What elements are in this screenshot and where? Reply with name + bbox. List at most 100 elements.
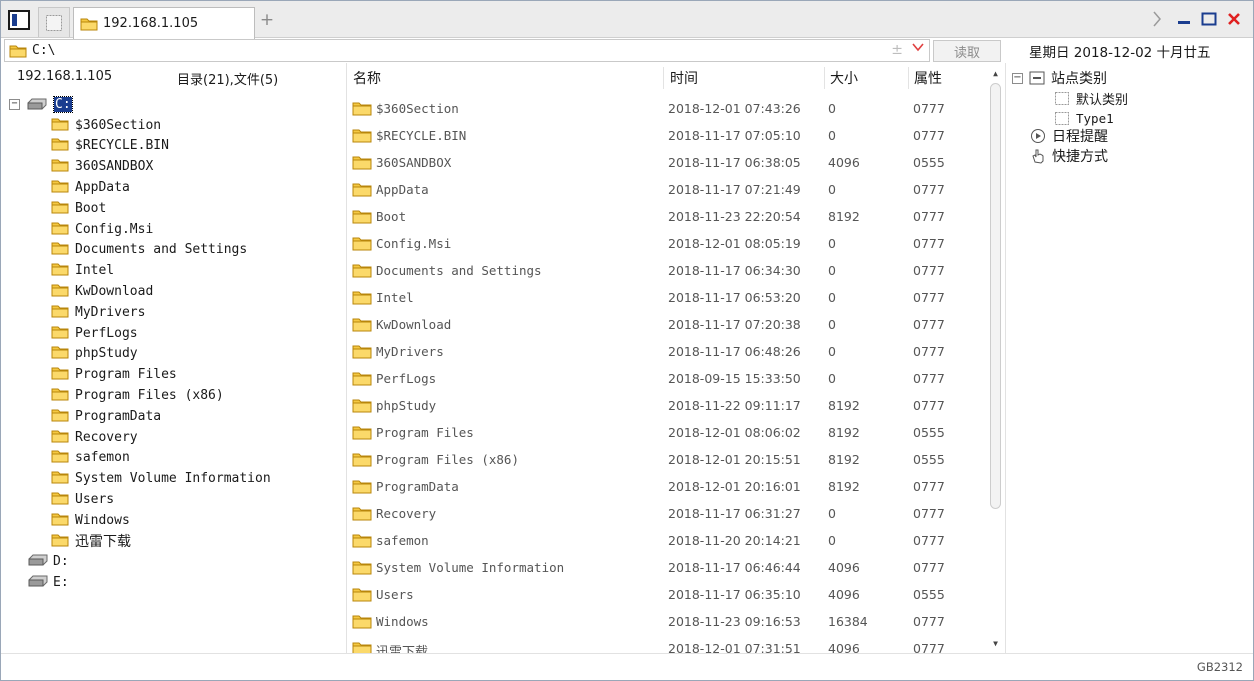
tree-folder-item[interactable]: Program Files [51,365,177,385]
column-header-size[interactable]: 大小 [830,68,858,88]
folder-icon [51,157,69,176]
column-header-name[interactable]: 名称 [353,68,381,88]
table-row[interactable]: Boot 2018-11-23 22:20:54 8192 0777 [347,204,987,231]
maximize-button[interactable] [1199,8,1219,30]
column-header-attr[interactable]: 属性 [914,68,942,88]
new-tab-button[interactable]: + [259,11,275,29]
table-row[interactable]: Program Files (x86) 2018-12-01 20:15:51 81… [347,447,987,474]
tree-folder-item[interactable]: Documents and Settings [51,240,247,260]
tree-folder-item[interactable]: ProgramData [51,406,161,426]
tree-drive-label[interactable]: C: [53,95,73,113]
table-row[interactable]: Config.Msi 2018-12-01 08:05:19 0 0777 [347,231,987,258]
table-row[interactable]: 迅雷下载 2018-12-01 07:31:51 4096 0777 [347,636,987,653]
default-category-node[interactable]: 默认类别 [1054,89,1128,108]
tree-folder-item[interactable]: phpStudy [51,344,138,364]
table-row[interactable]: Users 2018-11-17 06:35:10 4096 0555 [347,582,987,609]
table-row[interactable]: phpStudy 2018-11-22 09:11:17 8192 0777 [347,393,987,420]
site-category-node[interactable]: − 站点类别 [1012,69,1107,87]
tree-drive-d[interactable]: D: [27,552,69,572]
folder-icon [352,100,372,120]
bookmark-add-icon[interactable]: ± [891,42,903,58]
tree-folder-item[interactable]: PerfLogs [51,323,138,343]
cell-name: Boot [376,209,407,224]
table-row[interactable]: KwDownload 2018-11-17 07:20:38 0 0777 [347,312,987,339]
tree-folder-item[interactable]: 迅雷下载 [51,531,131,551]
column-divider[interactable] [663,67,664,89]
table-row[interactable]: $360Section 2018-12-01 07:43:26 0 0777 [347,96,987,123]
cell-size: 0 [828,182,836,197]
chevron-down-icon[interactable] [912,41,924,55]
folder-icon [352,505,372,525]
column-divider[interactable] [824,67,825,89]
address-path[interactable]: C:\ [32,43,55,58]
tree-folder-label: $RECYCLE.BIN [75,138,169,154]
cell-size: 0 [828,533,836,548]
table-row[interactable]: Documents and Settings 2018-11-17 06:34:3… [347,258,987,285]
chevron-right-icon[interactable] [1149,8,1165,30]
hand-pointer-icon [1032,149,1044,164]
type1-node[interactable]: Type1 [1054,109,1114,127]
toggle-sidebar-button[interactable] [6,7,32,33]
table-row[interactable]: ProgramData 2018-12-01 20:16:01 8192 0777 [347,474,987,501]
minimize-button[interactable] [1175,8,1193,30]
tree-folder-item[interactable]: Windows [51,510,130,530]
vertical-scrollbar[interactable]: ▲ ▼ [987,65,1004,651]
scroll-thumb[interactable] [990,83,1001,509]
table-row[interactable]: 360SANDBOX 2018-11-17 06:38:05 4096 0555 [347,150,987,177]
table-row[interactable]: PerfLogs 2018-09-15 15:33:50 0 0777 [347,366,987,393]
tree-folder-item[interactable]: Config.Msi [51,219,153,239]
table-row[interactable]: $RECYCLE.BIN 2018-11-17 07:05:10 0 0777 [347,123,987,150]
cell-name: Windows [376,614,429,629]
tree-folder-item[interactable]: Recovery [51,427,138,447]
cell-attr: 0555 [913,452,945,467]
collapse-icon[interactable]: − [1012,72,1023,84]
tree-folder-item[interactable]: $360Section [51,115,161,135]
column-divider[interactable] [908,67,909,89]
tree-folder-item[interactable]: MyDrivers [51,302,145,322]
table-row[interactable]: Intel 2018-11-17 06:53:20 0 0777 [347,285,987,312]
scroll-up-icon[interactable]: ▲ [990,69,1001,79]
tree-folder-item[interactable]: Users [51,489,114,509]
address-bar[interactable]: C:\ ± [4,39,930,62]
tree-folder-item[interactable]: safemon [51,448,130,468]
table-row[interactable]: MyDrivers 2018-11-17 06:48:26 0 0777 [347,339,987,366]
tree-folder-item[interactable]: Program Files (x86) [51,385,224,405]
close-button[interactable] [1224,8,1244,30]
tree-folder-item[interactable]: Boot [51,198,106,218]
site-panel: − 站点类别 默认类别 Type1 日程提醒 快捷方式 [1005,63,1253,653]
table-row[interactable]: System Volume Information 2018-11-17 06:4… [347,555,987,582]
schedule-label: 日程提醒 [1052,129,1108,145]
cell-attr: 0777 [913,506,945,521]
tree-drive-c[interactable]: − C: [9,94,73,114]
column-header-time[interactable]: 时间 [670,68,698,88]
tree-drive-e[interactable]: E: [27,573,69,593]
cell-attr: 0555 [913,425,945,440]
list-header: 名称 时间 大小 属性 [347,65,987,91]
maximize-icon [1201,12,1217,26]
site-category-label: 站点类别 [1051,71,1107,87]
tab-title: 192.168.1.105 [103,16,199,31]
tree-folder-item[interactable]: 360SANDBOX [51,157,153,177]
table-row[interactable]: Windows 2018-11-23 09:16:53 16384 0777 [347,609,987,636]
table-row[interactable]: Recovery 2018-11-17 06:31:27 0 0777 [347,501,987,528]
tree-folder-item[interactable]: AppData [51,177,130,197]
tab-blank[interactable] [38,7,70,37]
file-manager-window: 192.168.1.105 + C:\ ± 读取 星期日 2018-12-02 … [0,0,1254,681]
tree-folder-item[interactable]: Intel [51,261,114,281]
collapse-icon[interactable]: − [9,98,20,110]
read-button[interactable]: 读取 [933,40,1001,62]
table-row[interactable]: safemon 2018-11-20 20:14:21 0 0777 [347,528,987,555]
encoding-indicator[interactable]: GB2312 [1197,660,1243,674]
tree-folder-item[interactable]: System Volume Information [51,469,271,489]
scroll-down-icon[interactable]: ▼ [990,639,1001,649]
tree-folder-item[interactable]: $RECYCLE.BIN [51,136,169,156]
tab-active[interactable]: 192.168.1.105 [73,7,255,39]
table-row[interactable]: Program Files 2018-12-01 08:06:02 8192 0555 [347,420,987,447]
shortcut-node[interactable]: 快捷方式 [1030,147,1108,165]
tree-folder-item[interactable]: KwDownload [51,281,153,301]
schedule-node[interactable]: 日程提醒 [1030,127,1108,145]
cell-name: Program Files [376,425,474,440]
cell-name: Config.Msi [376,236,452,251]
folder-tree-panel: 192.168.1.105 目录(21),文件(5) − C: $360Sect… [1,63,345,653]
table-row[interactable]: AppData 2018-11-17 07:21:49 0 0777 [347,177,987,204]
